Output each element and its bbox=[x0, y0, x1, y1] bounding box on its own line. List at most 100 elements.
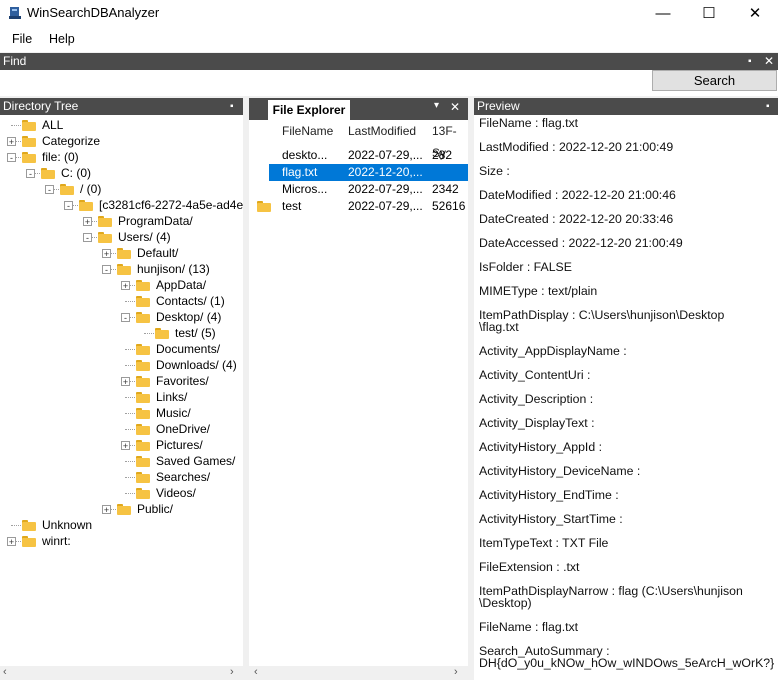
tree-item[interactable]: ALL bbox=[0, 117, 243, 133]
table-row[interactable]: Micros... 2022-07-29,... 2342 bbox=[269, 181, 468, 198]
folder-icon bbox=[257, 201, 271, 212]
preview-line: LastModified : 2022-12-20 21:00:49 bbox=[479, 140, 674, 154]
expand-icon[interactable]: + bbox=[102, 249, 111, 259]
tree-item[interactable]: Saved Games/ bbox=[0, 453, 243, 469]
expand-icon[interactable]: + bbox=[102, 505, 111, 515]
preview-line: FileExtension : .txt bbox=[479, 560, 580, 574]
pin-icon[interactable]: ▪ bbox=[748, 53, 752, 70]
folder-icon bbox=[136, 312, 150, 323]
menu-file[interactable]: File bbox=[12, 32, 32, 46]
tree-item[interactable]: Unknown bbox=[0, 517, 243, 533]
tree-item-label: / (0) bbox=[80, 182, 102, 196]
preview-line: \Desktop) bbox=[479, 596, 532, 610]
preview-line: MIMEType : text/plain bbox=[479, 284, 598, 298]
file-explorer-list[interactable]: FileName LastModified 13F-Sy deskto... 2022-… bbox=[249, 120, 468, 680]
collapse-icon[interactable]: - bbox=[45, 185, 54, 195]
pin-icon[interactable]: ▪ bbox=[766, 98, 770, 115]
tab-close-icon[interactable]: ✕ bbox=[450, 100, 460, 114]
preview-line: DateModified : 2022-12-20 21:00:46 bbox=[479, 188, 676, 202]
explorer-scrollbar[interactable]: ‹ › bbox=[249, 666, 468, 680]
expand-icon[interactable]: + bbox=[7, 537, 16, 547]
folder-icon bbox=[98, 216, 112, 227]
directory-tree[interactable]: ALL + Categorize - file: (0) - C: (0) - / (0) - [c… bbox=[0, 115, 243, 680]
close-icon[interactable]: ✕ bbox=[764, 53, 774, 70]
table-cell bbox=[432, 164, 468, 181]
tree-item[interactable]: OneDrive/ bbox=[0, 421, 243, 437]
expand-icon[interactable]: + bbox=[121, 281, 130, 291]
tree-item[interactable]: + ProgramData/ bbox=[0, 213, 243, 229]
search-button[interactable]: Search bbox=[652, 70, 777, 91]
table-cell: 52616 bbox=[432, 199, 466, 213]
expand-icon[interactable]: + bbox=[7, 137, 16, 147]
folder-icon bbox=[136, 440, 150, 451]
tab-dropdown-icon[interactable]: ▾ bbox=[434, 100, 439, 111]
tab-file-explorer[interactable]: File Explorer bbox=[268, 100, 350, 120]
table-row[interactable]: flag.txt 2022-12-20,... bbox=[269, 164, 468, 181]
table-row[interactable]: deskto... 2022-07-29,... 282 bbox=[269, 147, 468, 164]
find-panel-header: Find ▪ ✕ bbox=[0, 53, 778, 70]
collapse-icon[interactable]: - bbox=[102, 265, 111, 275]
tree-item[interactable]: - Desktop/ (4) bbox=[0, 309, 243, 325]
menu-help[interactable]: Help bbox=[49, 32, 75, 46]
scroll-right-icon[interactable]: › bbox=[454, 666, 458, 678]
tree-item[interactable]: Downloads/ (4) bbox=[0, 357, 243, 373]
preview-line: Activity_AppDisplayName : bbox=[479, 344, 627, 358]
column-header[interactable]: LastModified bbox=[348, 120, 416, 142]
tree-item[interactable]: + AppData/ bbox=[0, 277, 243, 293]
expand-icon[interactable]: + bbox=[121, 377, 130, 387]
tree-item[interactable]: test/ (5) bbox=[0, 325, 243, 341]
maximize-button[interactable]: ☐ bbox=[686, 0, 732, 26]
folder-icon bbox=[136, 296, 150, 307]
folder-icon bbox=[136, 280, 150, 291]
tree-item[interactable]: - file: (0) bbox=[0, 149, 243, 165]
tree-item[interactable]: Music/ bbox=[0, 405, 243, 421]
folder-icon bbox=[136, 424, 150, 435]
table-cell: test bbox=[282, 199, 302, 213]
minimize-button[interactable]: — bbox=[640, 0, 686, 26]
table-cell: 282 bbox=[432, 148, 453, 162]
tree-item-label: Desktop/ (4) bbox=[156, 310, 222, 324]
preview-line: ActivityHistory_DeviceName : bbox=[479, 464, 641, 478]
scroll-left-icon[interactable]: ‹ bbox=[3, 666, 7, 678]
preview-line: ActivityHistory_EndTime : bbox=[479, 488, 619, 502]
table-row[interactable]: test 2022-07-29,... 52616 bbox=[269, 198, 468, 215]
preview-line: ActivityHistory_StartTime : bbox=[479, 512, 623, 526]
tree-item[interactable]: - [c3281cf6-2272-4a5e-ad4e bbox=[0, 197, 243, 213]
tree-item-label: file: (0) bbox=[42, 150, 79, 164]
close-button[interactable]: ✕ bbox=[732, 0, 778, 26]
collapse-icon[interactable]: - bbox=[64, 201, 73, 211]
tree-item[interactable]: + Pictures/ bbox=[0, 437, 243, 453]
tree-item[interactable]: + Public/ bbox=[0, 501, 243, 517]
tree-item[interactable]: Links/ bbox=[0, 389, 243, 405]
tree-item[interactable]: + Default/ bbox=[0, 245, 243, 261]
tree-item[interactable]: - / (0) bbox=[0, 181, 243, 197]
tree-item[interactable]: + Categorize bbox=[0, 133, 243, 149]
tree-item[interactable]: Searches/ bbox=[0, 469, 243, 485]
expand-icon[interactable]: + bbox=[83, 217, 92, 227]
column-header[interactable]: 13F-Sy bbox=[432, 120, 468, 160]
preview-line: DateAccessed : 2022-12-20 21:00:49 bbox=[479, 236, 683, 250]
scroll-right-icon[interactable]: › bbox=[230, 666, 234, 678]
column-header[interactable]: FileName bbox=[282, 120, 333, 142]
collapse-icon[interactable]: - bbox=[121, 313, 130, 323]
tree-item[interactable]: Videos/ bbox=[0, 485, 243, 501]
collapse-icon[interactable]: - bbox=[7, 153, 16, 163]
tree-panel-title: Directory Tree bbox=[3, 99, 79, 113]
tree-item[interactable]: Contacts/ (1) bbox=[0, 293, 243, 309]
tree-item[interactable]: - Users/ (4) bbox=[0, 229, 243, 245]
tree-item[interactable]: - hunjison/ (13) bbox=[0, 261, 243, 277]
tree-item-label: winrt: bbox=[42, 534, 71, 548]
pin-icon[interactable]: ▪ bbox=[230, 98, 234, 115]
preview-line: Activity_ContentUri : bbox=[479, 368, 591, 382]
tree-item[interactable]: + Favorites/ bbox=[0, 373, 243, 389]
collapse-icon[interactable]: - bbox=[83, 233, 92, 243]
tree-item[interactable]: - C: (0) bbox=[0, 165, 243, 181]
expand-icon[interactable]: + bbox=[121, 441, 130, 451]
tree-scrollbar[interactable]: ‹ › bbox=[0, 666, 243, 680]
tree-item-label: Downloads/ (4) bbox=[156, 358, 237, 372]
tree-item-label: Pictures/ bbox=[156, 438, 203, 452]
scroll-left-icon[interactable]: ‹ bbox=[254, 666, 258, 678]
tree-item[interactable]: + winrt: bbox=[0, 533, 243, 549]
collapse-icon[interactable]: - bbox=[26, 169, 35, 179]
tree-item[interactable]: Documents/ bbox=[0, 341, 243, 357]
